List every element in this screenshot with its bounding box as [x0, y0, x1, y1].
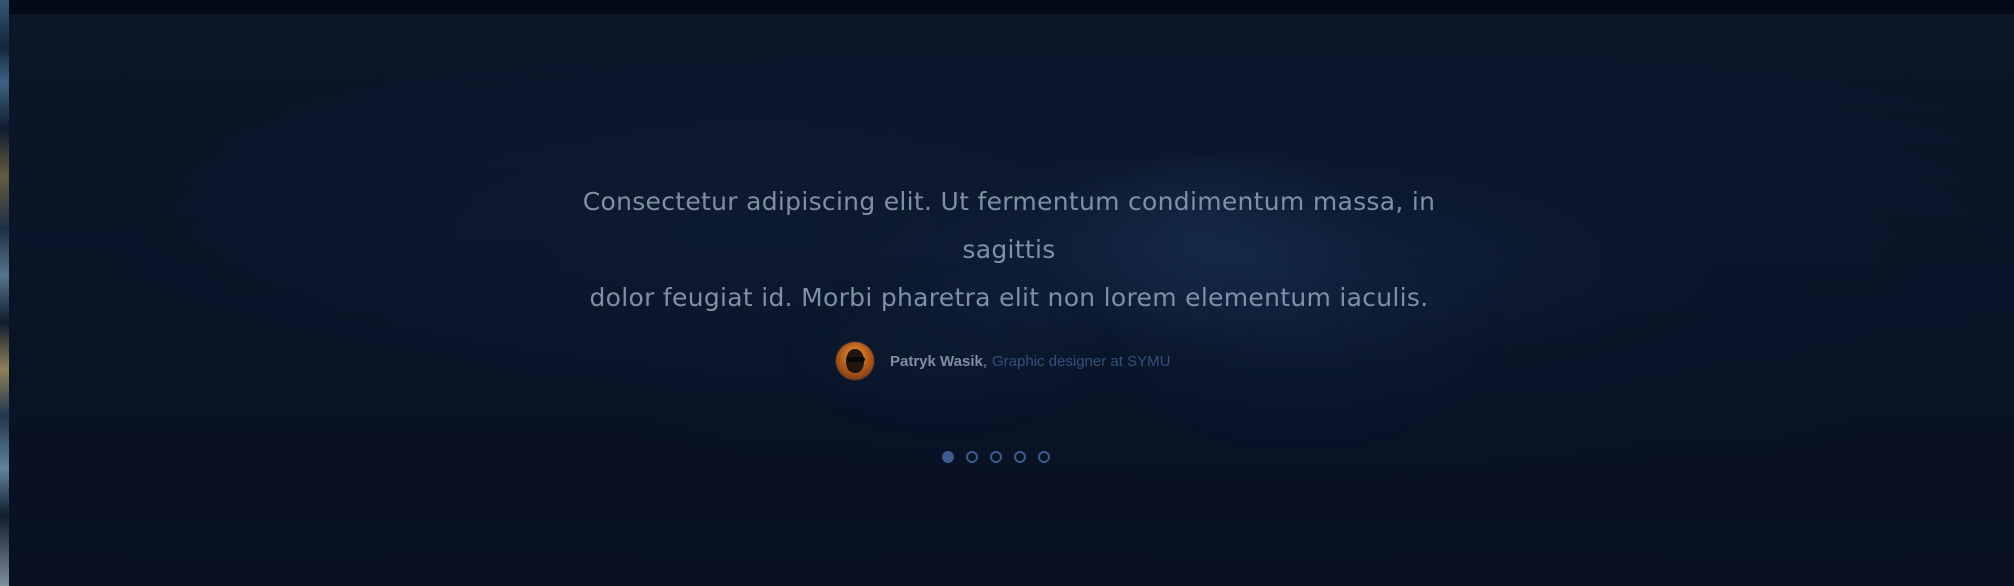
author-role: Graphic designer at SYMU [992, 352, 1171, 370]
sunglasses-icon [847, 357, 865, 362]
author-name: Patryk Wasik [890, 352, 983, 370]
pagination-dot-5[interactable] [1038, 451, 1050, 463]
quote-line-2: dolor feugiat id. Morbi pharetra elit no… [589, 283, 1429, 312]
website-page: Consectetur adipiscing elit. Ut fermentu… [0, 0, 2014, 586]
top-navigation-strip [0, 0, 2014, 14]
left-background-edge [0, 0, 9, 586]
avatar [836, 342, 874, 380]
pagination-dot-4[interactable] [1014, 451, 1026, 463]
testimonial-author: Patryk Wasik , Graphic designer at SYMU [836, 340, 1170, 382]
testimonial-pagination [942, 451, 1050, 463]
quote-line-1: Consectetur adipiscing elit. Ut fermentu… [582, 187, 1436, 264]
testimonial-quote: Consectetur adipiscing elit. Ut fermentu… [534, 178, 1484, 322]
pagination-dot-2[interactable] [966, 451, 978, 463]
pagination-dot-1[interactable] [942, 451, 954, 463]
author-separator: , [982, 352, 987, 370]
pagination-dot-3[interactable] [990, 451, 1002, 463]
